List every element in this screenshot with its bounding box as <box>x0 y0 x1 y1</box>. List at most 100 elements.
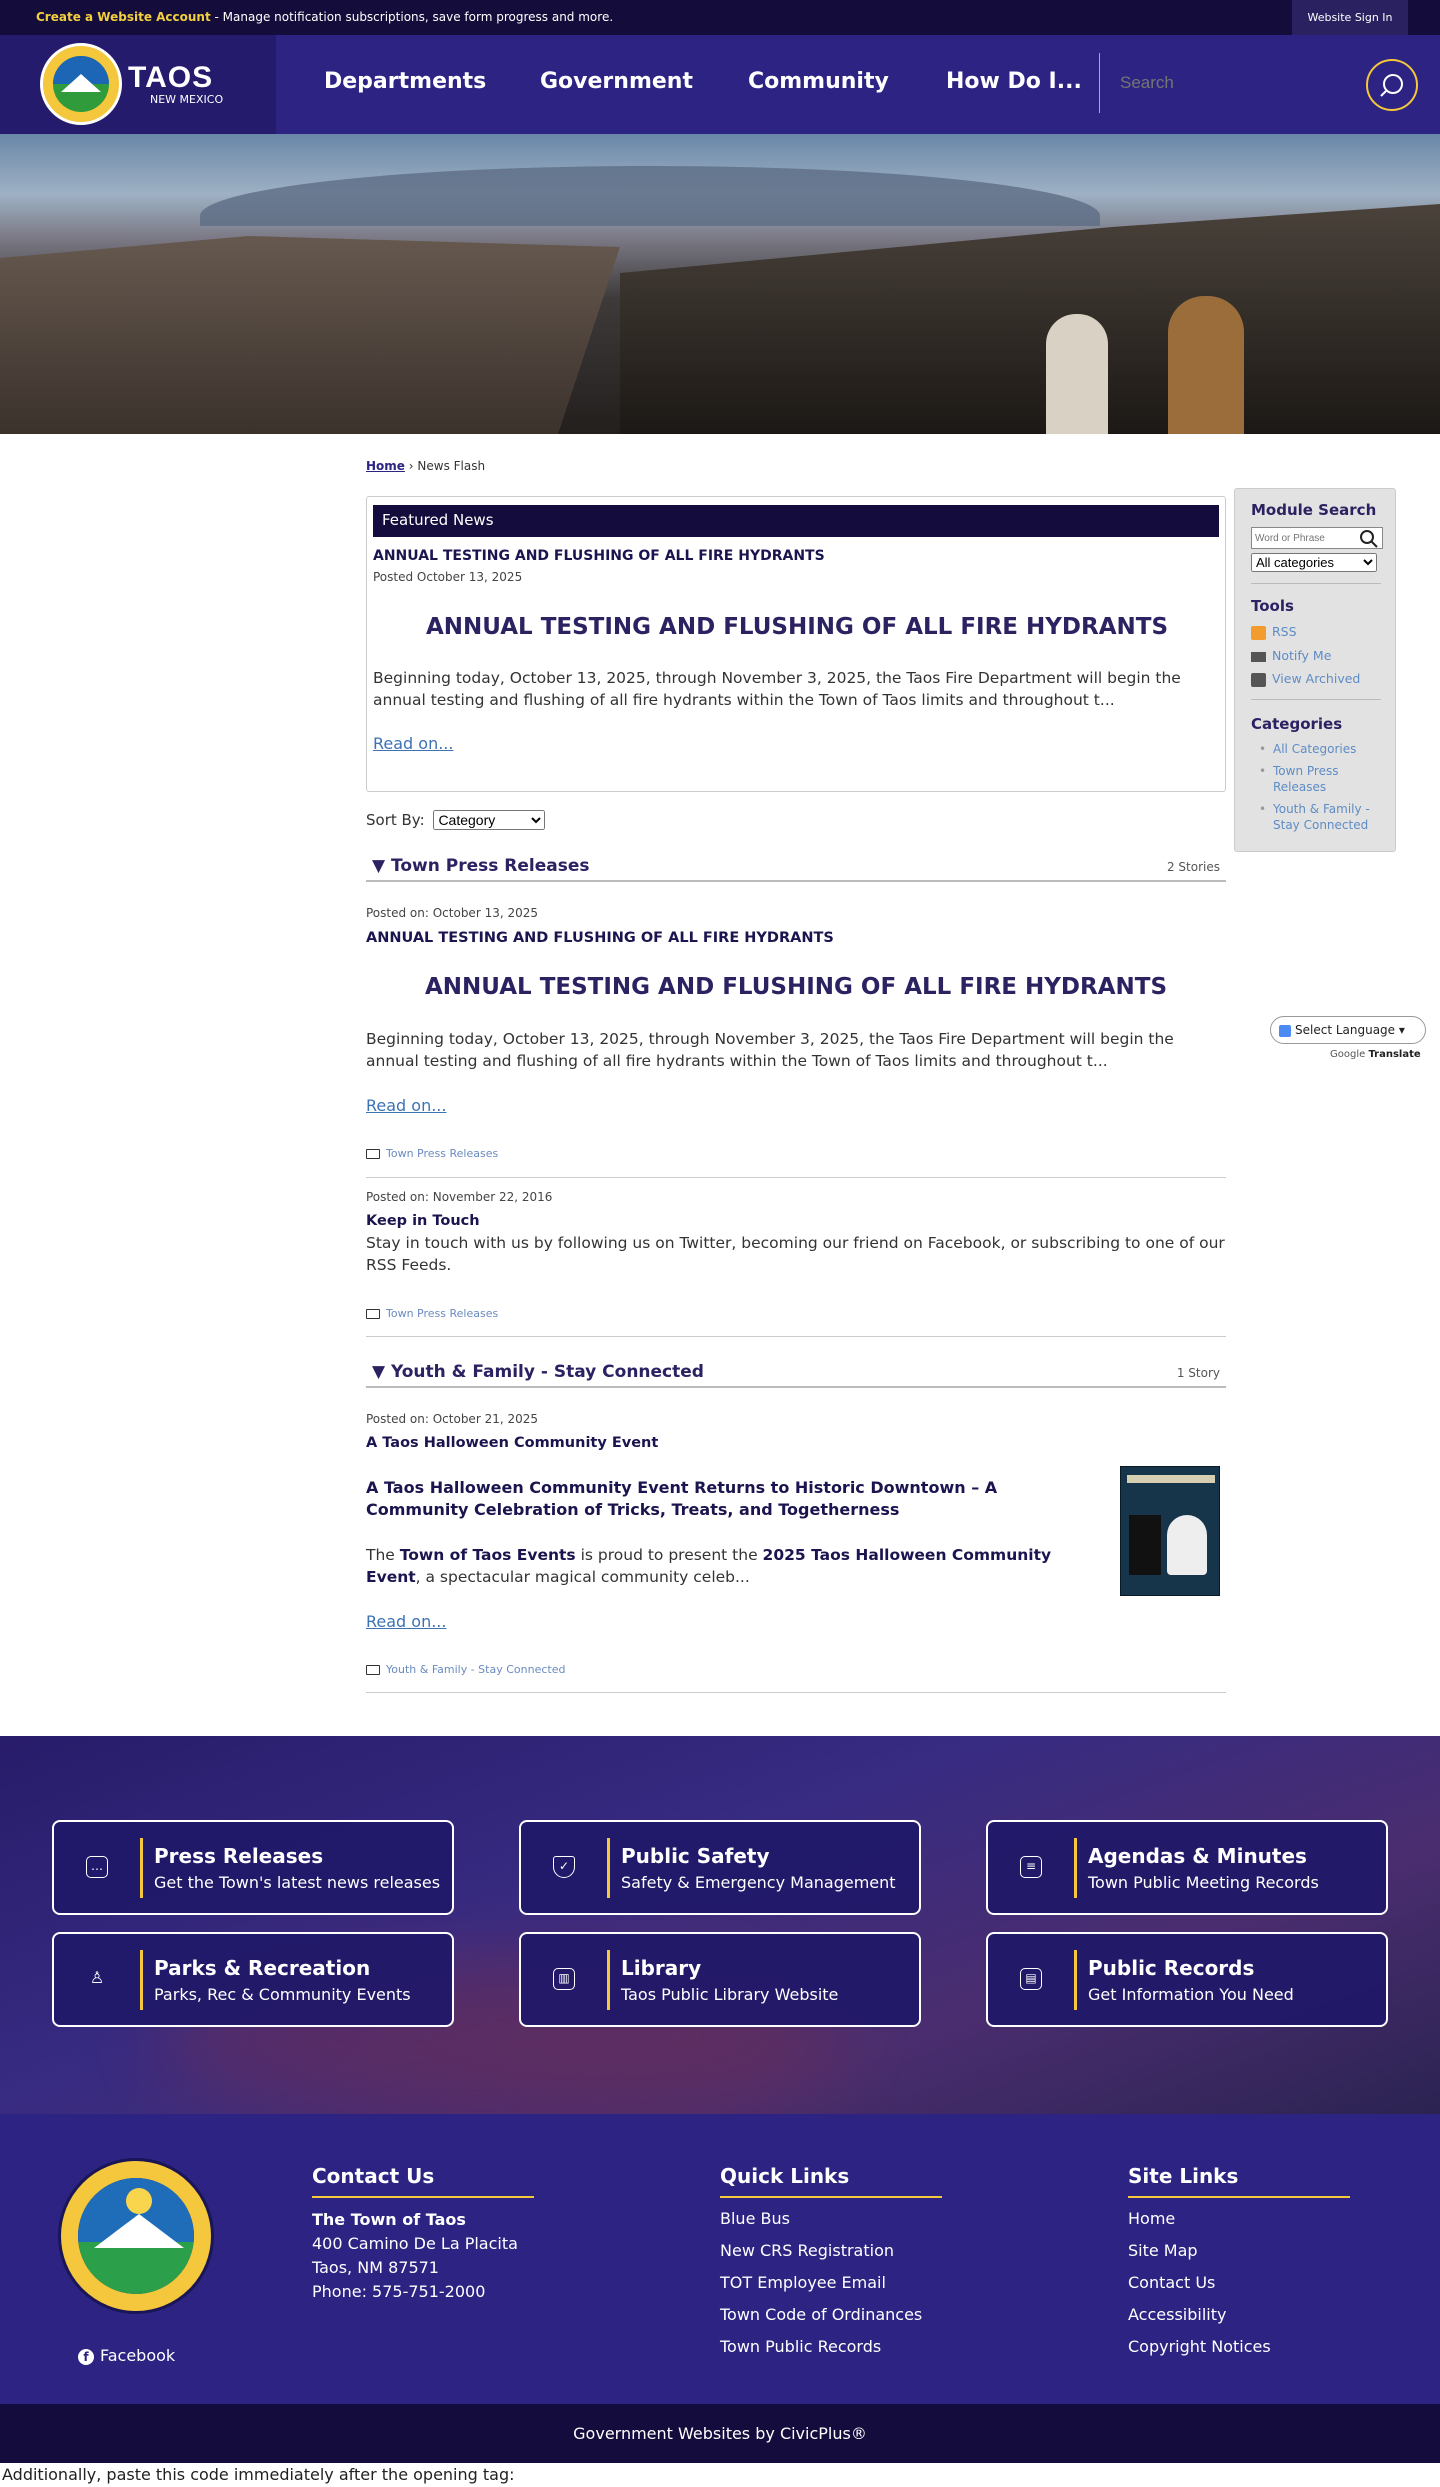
quick-card-press-releases[interactable]: … Press Releases Get the Town's latest new… <box>52 1820 454 1915</box>
sort-select[interactable]: Category <box>433 810 546 830</box>
notify-me-link[interactable]: Notify Me <box>1251 648 1331 663</box>
post-category-tag[interactable]: Town Press Releases <box>366 1307 498 1320</box>
quick-card-parks-recreation[interactable]: ♙ Parks & Recreation Parks, Rec & Communit… <box>52 1932 454 2027</box>
post-body: Stay in touch with us by following us on… <box>366 1234 1225 1274</box>
rss-link[interactable]: RSS <box>1251 624 1297 640</box>
book-icon: ▥ <box>553 1968 575 1990</box>
sidebar-category-town-press[interactable]: Town Press Releases <box>1259 763 1383 795</box>
card-subtitle: Parks, Rec & Community Events <box>154 1985 411 2004</box>
post-body: Beginning today, October 13, 2025, throu… <box>366 1030 1174 1070</box>
site-footer: f Facebook Contact Us The Town of Taos 40… <box>0 2114 1440 2404</box>
quick-card-public-records[interactable]: ▤ Public Records Get Information You Need <box>986 1932 1388 2027</box>
footer-site-links: Site Links Home Site Map Contact Us Acce… <box>1128 2164 1428 2358</box>
category-name: ▼ Town Press Releases <box>372 856 590 876</box>
logo-link[interactable]: TAOS NEW MEXICO <box>0 35 276 134</box>
breadcrumb-current: News Flash <box>417 459 486 473</box>
create-account-link[interactable]: Create a Website Account <box>36 10 211 24</box>
nav-community[interactable]: Community <box>748 69 889 94</box>
footer-address: The Town of Taos 400 Camino De La Placit… <box>312 2208 612 2304</box>
shield-icon: ✓ <box>553 1856 575 1878</box>
search-icon[interactable] <box>1359 529 1379 549</box>
chat-icon: … <box>86 1856 108 1878</box>
code-instruction-text: Additionally, paste this code immediatel… <box>2 2465 515 2484</box>
post-divider <box>366 1336 1226 1337</box>
google-icon <box>1279 1024 1291 1037</box>
account-message: Create a Website Account - Manage notifi… <box>36 10 613 24</box>
calendar-icon: ≡ <box>1020 1856 1042 1878</box>
footer-link-accessibility[interactable]: Accessibility <box>1128 2304 1428 2326</box>
footer-link-tot-email[interactable]: TOT Employee Email <box>720 2272 1020 2294</box>
post-read-on-link[interactable]: Read on... <box>366 1096 446 1115</box>
town-seal-logo[interactable] <box>58 2158 214 2314</box>
post-title-link[interactable]: ANNUAL TESTING AND FLUSHING OF ALL FIRE … <box>366 930 834 946</box>
post-body: The Town of Taos Events is proud to pres… <box>366 1544 1096 1588</box>
footer-link-code-ordinances[interactable]: Town Code of Ordinances <box>720 2304 1020 2326</box>
footer-link-public-records[interactable]: Town Public Records <box>720 2336 1020 2358</box>
hero-image <box>0 134 1440 434</box>
facebook-link[interactable]: f Facebook <box>78 2346 175 2365</box>
category-count: 1 Story <box>1176 1366 1220 1380</box>
logo-subtitle: NEW MEXICO <box>150 93 224 106</box>
post-category-tag[interactable]: Town Press Releases <box>366 1147 498 1160</box>
search-button[interactable] <box>1366 59 1418 111</box>
search-divider <box>1099 53 1100 113</box>
nav-government[interactable]: Government <box>540 69 693 94</box>
book-icon <box>366 1309 380 1319</box>
featured-title-link[interactable]: ANNUAL TESTING AND FLUSHING OF ALL FIRE … <box>373 548 825 564</box>
google-translate-credit[interactable]: Google Translate <box>1330 1049 1421 1060</box>
breadcrumb: Home › News Flash <box>366 459 485 473</box>
notify-label: Notify Me <box>1272 648 1332 663</box>
module-category-select[interactable]: All categories <box>1251 553 1377 572</box>
language-select[interactable]: Select Language ▾ <box>1270 1016 1426 1044</box>
sidebar-category-all[interactable]: All Categories <box>1259 741 1383 757</box>
card-subtitle: Town Public Meeting Records <box>1088 1873 1319 1892</box>
footer-link-copyright[interactable]: Copyright Notices <box>1128 2336 1428 2358</box>
rss-label: RSS <box>1272 624 1297 639</box>
quick-card-public-safety[interactable]: ✓ Public Safety Safety & Emergency Managem… <box>519 1820 921 1915</box>
post-divider <box>366 1692 1226 1693</box>
tools-heading: Tools <box>1251 597 1294 615</box>
footer-link-site-map[interactable]: Site Map <box>1128 2240 1428 2262</box>
nav-how-do-i[interactable]: How Do I... <box>946 69 1082 94</box>
featured-read-on-link[interactable]: Read on... <box>373 734 453 753</box>
post-title-link[interactable]: A Taos Halloween Community Event <box>366 1435 658 1451</box>
book-icon <box>366 1149 380 1159</box>
breadcrumb-separator: › <box>408 459 414 473</box>
post-title-link[interactable]: Keep in Touch <box>366 1213 480 1229</box>
category-header-town-press-releases[interactable]: ▼ Town Press Releases 2 Stories <box>366 856 1226 882</box>
archived-label: View Archived <box>1272 671 1361 686</box>
post-read-on-link[interactable]: Read on... <box>366 1612 446 1631</box>
post-headline: ANNUAL TESTING AND FLUSHING OF ALL FIRE … <box>424 974 1168 1000</box>
website-sign-in-button[interactable]: Website Sign In <box>1292 0 1408 35</box>
site-header: TAOS NEW MEXICO Departments Government C… <box>0 35 1440 134</box>
civicplus-credit-link[interactable]: Government Websites by CivicPlus® <box>0 2404 1440 2463</box>
document-icon: ▤ <box>1020 1968 1042 1990</box>
town-seal-icon <box>40 43 122 125</box>
sort-label: Sort By: <box>366 811 425 829</box>
town-name: The Town of Taos <box>312 2210 466 2229</box>
footer-link-crs-registration[interactable]: New CRS Registration <box>720 2240 1020 2262</box>
sidebar-divider <box>1251 583 1381 584</box>
rss-icon <box>1251 625 1266 640</box>
post-date: Posted on: October 21, 2025 <box>366 1412 539 1426</box>
translate-brand: Translate <box>1368 1049 1421 1060</box>
quick-card-agendas-minutes[interactable]: ≡ Agendas & Minutes Town Public Meeting Re… <box>986 1820 1388 1915</box>
halloween-event-poster-image[interactable] <box>1120 1466 1220 1596</box>
breadcrumb-home-link[interactable]: Home <box>366 459 405 473</box>
view-archived-link[interactable]: View Archived <box>1251 671 1360 687</box>
post-date: Posted on: October 13, 2025 <box>366 906 539 920</box>
site-search-input[interactable] <box>1120 73 1300 93</box>
sidebar-category-youth-family[interactable]: Youth & Family - Stay Connected <box>1259 801 1383 833</box>
category-header-youth-family[interactable]: ▼ Youth & Family - Stay Connected 1 Stor… <box>366 1362 1226 1388</box>
footer-link-blue-bus[interactable]: Blue Bus <box>720 2208 1020 2230</box>
footer-site-heading: Site Links <box>1128 2164 1350 2198</box>
footer-link-home[interactable]: Home <box>1128 2208 1428 2230</box>
nav-departments[interactable]: Departments <box>324 69 486 94</box>
category-name: ▼ Youth & Family - Stay Connected <box>372 1362 704 1382</box>
card-subtitle: Safety & Emergency Management <box>621 1873 896 1892</box>
post-category-tag[interactable]: Youth & Family - Stay Connected <box>366 1663 565 1676</box>
footer-link-contact[interactable]: Contact Us <box>1128 2272 1428 2294</box>
quick-links-section: … Press Releases Get the Town's latest new… <box>0 1736 1440 2114</box>
quick-card-library[interactable]: ▥ Library Taos Public Library Website <box>519 1932 921 2027</box>
post-body-text: , a spectacular magical community celeb.… <box>415 1568 750 1586</box>
